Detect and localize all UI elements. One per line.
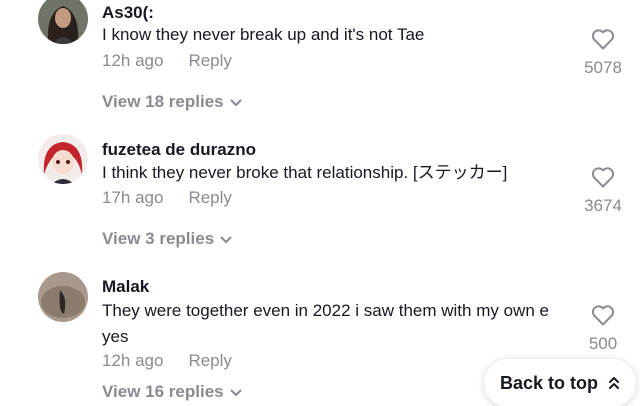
comment-time: 12h ago	[102, 351, 164, 370]
view-replies-button[interactable]: View 3 replies	[102, 229, 232, 249]
chevron-down-icon	[230, 389, 242, 396]
avatar[interactable]	[38, 0, 88, 44]
comment-username[interactable]: fuzetea de durazno	[102, 140, 256, 160]
comment-meta: 12h ago Reply	[102, 51, 232, 71]
avatar[interactable]	[38, 134, 88, 184]
avatar[interactable]	[38, 272, 88, 322]
double-chevron-up-icon	[609, 377, 619, 389]
comments-panel: As30(: I know they never break up and it…	[0, 0, 640, 406]
heart-icon	[591, 167, 615, 188]
like-count: 5078	[584, 58, 622, 77]
like-count: 3674	[584, 196, 622, 215]
anime-red-hair-avatar-icon	[38, 134, 88, 184]
view-replies-button[interactable]: View 18 replies	[102, 92, 242, 112]
comment-username[interactable]: Malak	[102, 277, 149, 297]
view-replies-label: View 18 replies	[102, 92, 224, 111]
reply-button[interactable]: Reply	[188, 188, 231, 207]
reply-button[interactable]: Reply	[188, 51, 231, 70]
chevron-down-icon	[230, 99, 242, 106]
like-button[interactable]: 5078	[568, 28, 638, 78]
blurred-photo-avatar-icon	[38, 272, 88, 322]
woman-dark-hair-avatar-icon	[38, 0, 88, 44]
back-to-top-button[interactable]: Back to top	[484, 359, 636, 406]
chevron-down-icon	[220, 236, 232, 243]
like-button[interactable]: 500	[568, 304, 638, 354]
comment-time: 12h ago	[102, 51, 164, 70]
comment-text: I know they never break up and it's not …	[102, 25, 425, 44]
comment-time: 17h ago	[102, 188, 164, 207]
view-replies-label: View 16 replies	[102, 382, 224, 401]
reply-button[interactable]: Reply	[188, 351, 231, 370]
comment-meta: 17h ago Reply	[102, 188, 232, 208]
back-to-top-label: Back to top	[499, 372, 598, 393]
view-replies-label: View 3 replies	[102, 229, 215, 248]
comment-text: They were together even in 2022 i saw th…	[102, 301, 549, 346]
comment-meta: 12h ago Reply	[102, 351, 232, 371]
like-button[interactable]: 3674	[568, 166, 638, 216]
comment-text: I think they never broke that relationsh…	[102, 163, 508, 182]
view-replies-button[interactable]: View 16 replies	[102, 382, 242, 402]
comment-username[interactable]: As30(:	[102, 3, 154, 23]
like-count: 500	[588, 334, 618, 353]
heart-icon	[591, 29, 615, 50]
heart-icon	[591, 305, 615, 326]
